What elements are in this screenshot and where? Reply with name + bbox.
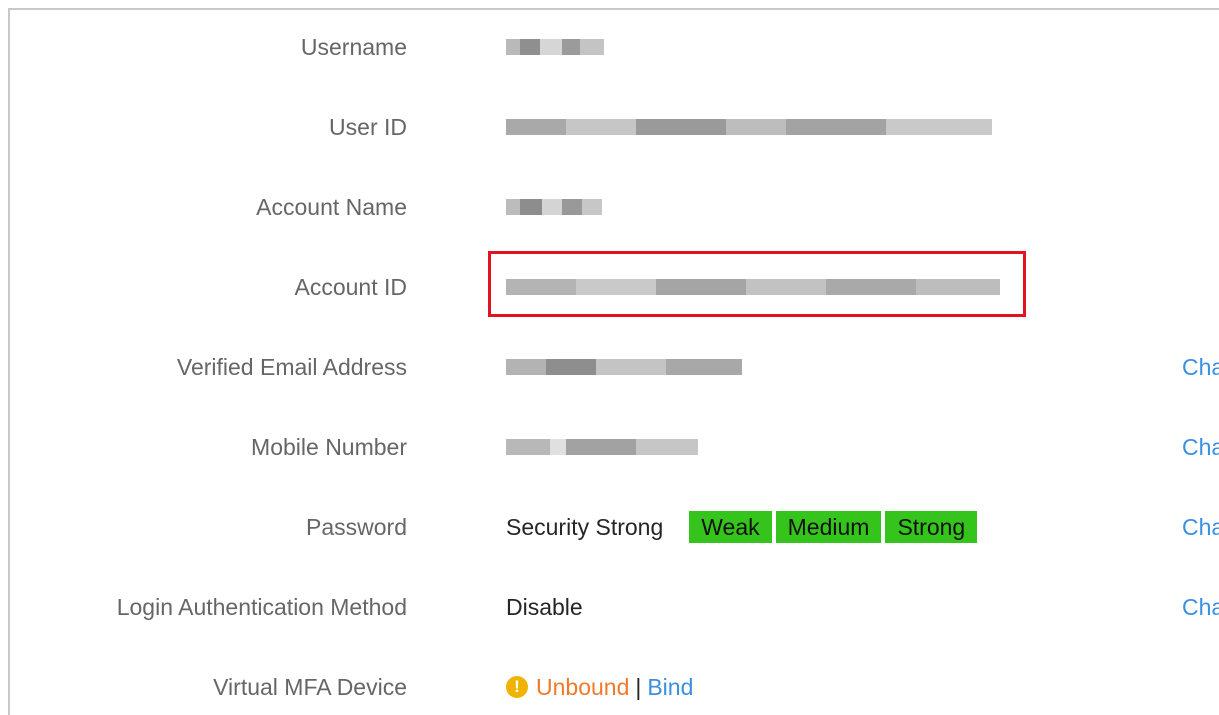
strength-weak: Weak	[689, 511, 772, 543]
username-redacted-value	[506, 39, 604, 55]
mfa-separator: |	[635, 674, 642, 700]
row-mobile: Mobile Number Cha	[0, 427, 1219, 467]
warning-icon: !	[506, 675, 528, 698]
strength-medium: Medium	[775, 511, 882, 543]
mobile-label: Mobile Number	[251, 434, 407, 460]
user-id-label: User ID	[329, 114, 407, 140]
account-id-highlight-box	[488, 251, 1026, 317]
strength-strong: Strong	[885, 511, 978, 543]
row-email: Verified Email Address Cha	[0, 347, 1219, 387]
mfa-status: Unbound	[536, 674, 630, 700]
mfa-label: Virtual MFA Device	[213, 674, 407, 700]
account-name-redacted-value	[506, 199, 602, 215]
row-user-id: User ID	[0, 107, 1219, 147]
password-value: Security Strong Weak Medium Strong	[506, 507, 981, 547]
email-label: Verified Email Address	[176, 354, 407, 380]
account-id-label: Account ID	[294, 274, 408, 300]
row-mfa: Virtual MFA Device ! Unbound | Bind	[0, 667, 1219, 707]
password-strength-meter: Weak Medium Strong	[689, 507, 981, 547]
row-username: Username	[0, 27, 1219, 67]
account-name-label: Account Name	[256, 194, 407, 220]
password-security-text: Security Strong	[506, 514, 664, 540]
user-id-redacted-value	[506, 119, 992, 135]
change-mobile-link[interactable]: Cha	[1182, 427, 1219, 467]
mobile-redacted-value	[506, 439, 698, 455]
password-label: Password	[306, 514, 407, 540]
login-auth-value: Disable	[506, 594, 583, 620]
mfa-value: ! Unbound | Bind	[506, 667, 693, 707]
username-label: Username	[300, 34, 407, 60]
change-login-auth-link[interactable]: Cha	[1182, 587, 1219, 627]
bind-mfa-link[interactable]: Bind	[647, 674, 693, 700]
change-email-link[interactable]: Cha	[1182, 347, 1219, 387]
row-account-name: Account Name	[0, 187, 1219, 227]
email-redacted-value	[506, 359, 742, 375]
change-password-link[interactable]: Cha	[1182, 507, 1219, 547]
login-auth-label: Login Authentication Method	[116, 594, 407, 620]
row-login-auth: Login Authentication Method Disable Cha	[0, 587, 1219, 627]
row-password: Password Security Strong Weak Medium Str…	[0, 507, 1219, 547]
